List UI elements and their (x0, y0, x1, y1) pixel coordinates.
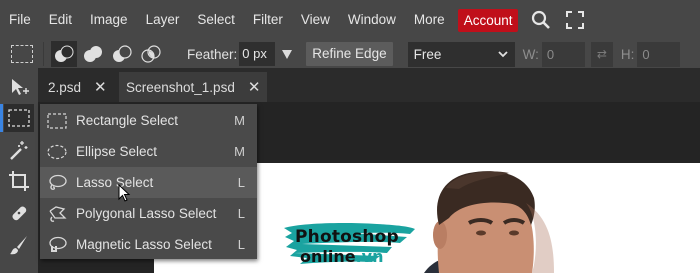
tab-label: Screenshot_1.psd (126, 79, 235, 95)
menu-item-rectangle-select[interactable]: Rectangle Select M (40, 105, 257, 136)
watermark-line2-suffix: .vn (355, 247, 384, 266)
height-input[interactable]: 0 (637, 41, 681, 67)
select-tools-flyout-menu: Rectangle Select M Ellipse Select M Lass… (40, 104, 257, 259)
divider (43, 42, 44, 66)
shortcut-key: L (237, 237, 245, 252)
mouse-cursor-icon (118, 184, 131, 202)
fullscreen-icon[interactable] (564, 9, 586, 31)
menu-view[interactable]: View (292, 0, 339, 40)
close-icon[interactable]: ✕ (94, 78, 107, 96)
subtract-selection-icon (113, 45, 132, 62)
marquee-tool-preset-icon[interactable] (11, 45, 33, 63)
menu-item-label: Ellipse Select (76, 144, 158, 159)
feather-input[interactable]: 0 px (239, 42, 276, 66)
rectangle-select-icon (46, 112, 68, 130)
menu-edit[interactable]: Edit (40, 0, 81, 40)
polygonal-lasso-icon (46, 205, 68, 223)
menu-more[interactable]: More (405, 0, 454, 40)
brush-icon (10, 236, 27, 255)
healing-tool[interactable] (4, 199, 34, 227)
magic-wand-icon (10, 141, 28, 160)
ellipse-select-icon (46, 143, 68, 161)
add-selection-icon (84, 46, 102, 62)
watermark-line1: Photoshop (295, 227, 399, 247)
intersect-selection-mode-button[interactable] (138, 41, 164, 67)
new-selection-icon (55, 45, 74, 62)
document-tab-bar: 2.psd ✕ Screenshot_1.psd ✕ (38, 68, 700, 102)
watermark-line2: online.vn (300, 247, 384, 266)
options-bar: Feather: 0 px Refine Edge Free W: 0 ⇄ H:… (0, 40, 700, 68)
menu-image[interactable]: Image (81, 0, 137, 40)
rectangle-select-icon (8, 109, 30, 127)
new-selection-mode-button[interactable] (51, 41, 77, 67)
width-label: W: (522, 46, 539, 62)
document-tab-active[interactable]: Screenshot_1.psd ✕ (119, 72, 267, 102)
shortcut-key: M (234, 144, 245, 159)
subtract-selection-mode-button[interactable] (109, 41, 135, 67)
shortcut-key: L (237, 206, 245, 221)
swap-dimensions-icon[interactable]: ⇄ (590, 41, 613, 67)
refine-edge-button[interactable]: Refine Edge (306, 42, 393, 66)
selection-style-select[interactable]: Free (407, 41, 515, 67)
magnetic-lasso-icon (46, 236, 68, 254)
menu-item-polygonal-lasso-select[interactable]: Polygonal Lasso Select L (40, 198, 257, 229)
width-input[interactable]: 0 (541, 41, 585, 67)
move-arrow-icon (12, 79, 29, 95)
feather-dropdown-arrow-icon[interactable] (282, 49, 293, 59)
intersect-selection-icon (141, 45, 161, 63)
close-icon[interactable]: ✕ (248, 78, 261, 96)
menu-item-label: Lasso Select (76, 175, 154, 190)
search-icon[interactable] (530, 9, 552, 31)
menu-filter[interactable]: Filter (244, 0, 292, 40)
menu-file[interactable]: File (0, 0, 40, 40)
shortcut-key: M (234, 113, 245, 128)
account-button[interactable]: Account (457, 8, 519, 32)
magic-wand-tool[interactable] (4, 136, 34, 164)
lasso-icon (46, 174, 68, 192)
menu-bar: File Edit Image Layer Select Filter View… (0, 0, 700, 40)
menu-select[interactable]: Select (188, 0, 244, 40)
menu-item-label: Rectangle Select (76, 113, 179, 128)
add-selection-mode-button[interactable] (80, 41, 106, 67)
menu-item-magnetic-lasso-select[interactable]: Magnetic Lasso Select L (40, 229, 257, 260)
selection-style-value: Free (413, 46, 442, 62)
move-tool[interactable] (4, 74, 34, 102)
photoshop-online-watermark: Photoshop online.vn (282, 220, 417, 270)
document-tab[interactable]: 2.psd ✕ (48, 72, 107, 102)
crop-icon (9, 171, 29, 191)
shortcut-key: L (237, 175, 245, 190)
marquee-tool[interactable] (0, 104, 34, 132)
watermark-line2-main: online (300, 247, 356, 266)
menu-item-label: Polygonal Lasso Select (76, 206, 217, 221)
menu-item-ellipse-select[interactable]: Ellipse Select M (40, 136, 257, 167)
feather-control: Feather: 0 px (187, 42, 293, 66)
bandage-icon (12, 206, 27, 221)
feather-label: Feather: (187, 46, 238, 62)
height-label: H: (620, 46, 635, 62)
tab-label: 2.psd (48, 79, 82, 95)
menu-layer[interactable]: Layer (137, 0, 189, 40)
menu-item-label: Magnetic Lasso Select (76, 237, 212, 252)
tools-panel (0, 68, 38, 273)
brush-tool[interactable] (4, 231, 34, 259)
menu-window[interactable]: Window (339, 0, 405, 40)
crop-tool[interactable] (4, 167, 34, 195)
menu-item-lasso-select[interactable]: Lasso Select L (40, 167, 257, 198)
